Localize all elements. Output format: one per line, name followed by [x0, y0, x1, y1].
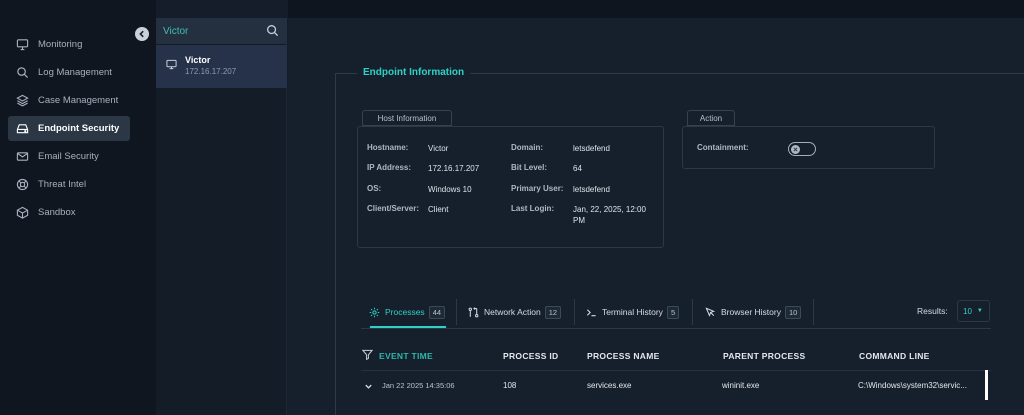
- sidebar-item-monitoring[interactable]: Monitoring: [8, 32, 130, 57]
- sidebar-item-email-security[interactable]: Email Security: [8, 144, 130, 169]
- tab-label: Processes: [385, 307, 425, 317]
- cell-command-line: C:\Windows\system32\servic...: [858, 381, 967, 390]
- cell-process-id: 108: [503, 381, 517, 390]
- os-label: OS:: [367, 184, 382, 193]
- close-icon: [793, 147, 798, 152]
- tabs-divider: [361, 328, 991, 329]
- primary-user-value: letsdefend: [573, 185, 610, 194]
- monitor-icon: [166, 59, 177, 70]
- sidebar-item-label: Log Management: [38, 67, 112, 78]
- table-scrollbar[interactable]: [985, 370, 988, 400]
- sidebar-nav: Monitoring Log Management Case Managemen…: [0, 0, 156, 415]
- sidebar-item-endpoint-security[interactable]: Endpoint Security: [8, 116, 130, 141]
- os-value: Windows 10: [428, 185, 472, 194]
- action-tab: Action: [687, 110, 735, 126]
- endpoint-search-input[interactable]: [163, 25, 258, 37]
- sidebar-item-threat-intel[interactable]: Threat Intel: [8, 172, 130, 197]
- gear-icon: [369, 307, 380, 317]
- endpoint-name: Victor: [185, 55, 211, 65]
- results-per-page-select[interactable]: 10 ▼: [957, 300, 990, 322]
- lifebuoy-icon: [16, 178, 29, 191]
- cell-parent-process: wininit.exe: [722, 381, 760, 390]
- cell-process-name: services.exe: [587, 381, 632, 390]
- collapse-sidebar-button[interactable]: [135, 27, 149, 41]
- endpoint-ip: 172.16.17.207: [185, 67, 237, 76]
- tab-label: Browser History: [721, 307, 781, 317]
- tab-divider: [813, 299, 814, 325]
- tab-count-badge: 44: [428, 305, 446, 319]
- tab-processes[interactable]: Processes 44: [369, 302, 446, 322]
- last-login-value: Jan, 22, 2025, 12:00: [573, 205, 646, 214]
- last-login-label: Last Login:: [511, 204, 555, 213]
- hostname-value: Victor: [428, 144, 449, 153]
- containment-label: Containment:: [697, 143, 749, 152]
- tab-label: Terminal History: [602, 307, 663, 317]
- sidebar-item-case-management[interactable]: Case Management: [8, 88, 130, 113]
- filter-icon[interactable]: [362, 349, 373, 360]
- ip-address-value: 172.16.17.207: [428, 164, 480, 173]
- tab-network-action[interactable]: Network Action 12: [468, 302, 562, 322]
- sidebar-item-label: Threat Intel: [38, 179, 87, 190]
- endpoint-list-item[interactable]: Victor 172.16.17.207: [156, 45, 287, 88]
- layers-icon: [16, 94, 29, 107]
- tab-browser-history[interactable]: Browser History 10: [705, 302, 802, 322]
- git-compare-icon: [468, 306, 479, 317]
- page-title: Endpoint Information: [357, 67, 471, 78]
- hostname-label: Hostname:: [367, 143, 409, 152]
- sidebar-item-sandbox[interactable]: Sandbox: [8, 200, 130, 225]
- tab-count-badge: 5: [666, 305, 680, 319]
- tab-count-badge: 10: [784, 305, 802, 319]
- hard-drive-icon: [16, 124, 29, 134]
- cell-event-time: Jan 22 2025 14:35:06: [382, 381, 455, 390]
- mail-icon: [16, 152, 29, 161]
- domain-label: Domain:: [511, 143, 543, 152]
- top-bar: [288, 0, 1024, 18]
- domain-value: letsdefend: [573, 144, 610, 153]
- results-label: Results:: [917, 306, 948, 316]
- sidebar-item-log-management[interactable]: Log Management: [8, 60, 130, 85]
- chevron-left-icon: [139, 30, 144, 38]
- ip-address-label: IP Address:: [367, 163, 412, 172]
- chevron-down-icon[interactable]: [364, 382, 373, 391]
- column-header-event-time[interactable]: EVENT TIME: [379, 351, 433, 361]
- tab-label: Network Action: [484, 307, 541, 317]
- sidebar-item-label: Sandbox: [38, 207, 76, 218]
- search-box: [156, 18, 287, 44]
- tab-count-badge: 12: [544, 305, 562, 319]
- terminal-icon: [586, 308, 596, 316]
- tab-divider: [456, 299, 457, 325]
- tab-terminal-history[interactable]: Terminal History 5: [586, 302, 680, 322]
- box-icon: [16, 206, 29, 219]
- column-header-command-line[interactable]: COMMAND LINE: [859, 351, 930, 361]
- containment-toggle[interactable]: [788, 142, 816, 156]
- last-login-value-line2: PM: [573, 216, 585, 225]
- bit-level-label: Bit Level:: [511, 163, 548, 172]
- column-header-process-name[interactable]: PROCESS NAME: [587, 351, 660, 361]
- endpoint-list-panel: Victor 172.16.17.207: [156, 18, 287, 415]
- monitor-icon: [16, 39, 29, 51]
- search-icon: [17, 67, 29, 79]
- toggle-knob: [791, 145, 800, 154]
- sidebar-item-label: Email Security: [38, 151, 99, 162]
- sidebar-item-label: Endpoint Security: [38, 123, 120, 134]
- results-value: 10: [963, 306, 972, 316]
- primary-user-label: Primary User:: [511, 184, 564, 193]
- tab-divider: [574, 299, 575, 325]
- column-header-process-id[interactable]: PROCESS ID: [503, 351, 558, 361]
- bit-level-value: 64: [573, 164, 582, 173]
- column-header-parent-process[interactable]: PARENT PROCESS: [723, 351, 805, 361]
- host-information-tab: Host Information: [362, 110, 452, 126]
- client-server-value: Client: [428, 205, 449, 214]
- sidebar-item-label: Case Management: [38, 95, 119, 106]
- search-icon[interactable]: [266, 24, 279, 37]
- tab-divider: [692, 299, 693, 325]
- caret-down-icon: ▼: [976, 308, 983, 314]
- cursor-icon: [705, 306, 716, 317]
- sidebar-item-label: Monitoring: [38, 39, 83, 50]
- table-row-divider: [361, 370, 991, 371]
- client-server-label: Client/Server:: [367, 204, 420, 213]
